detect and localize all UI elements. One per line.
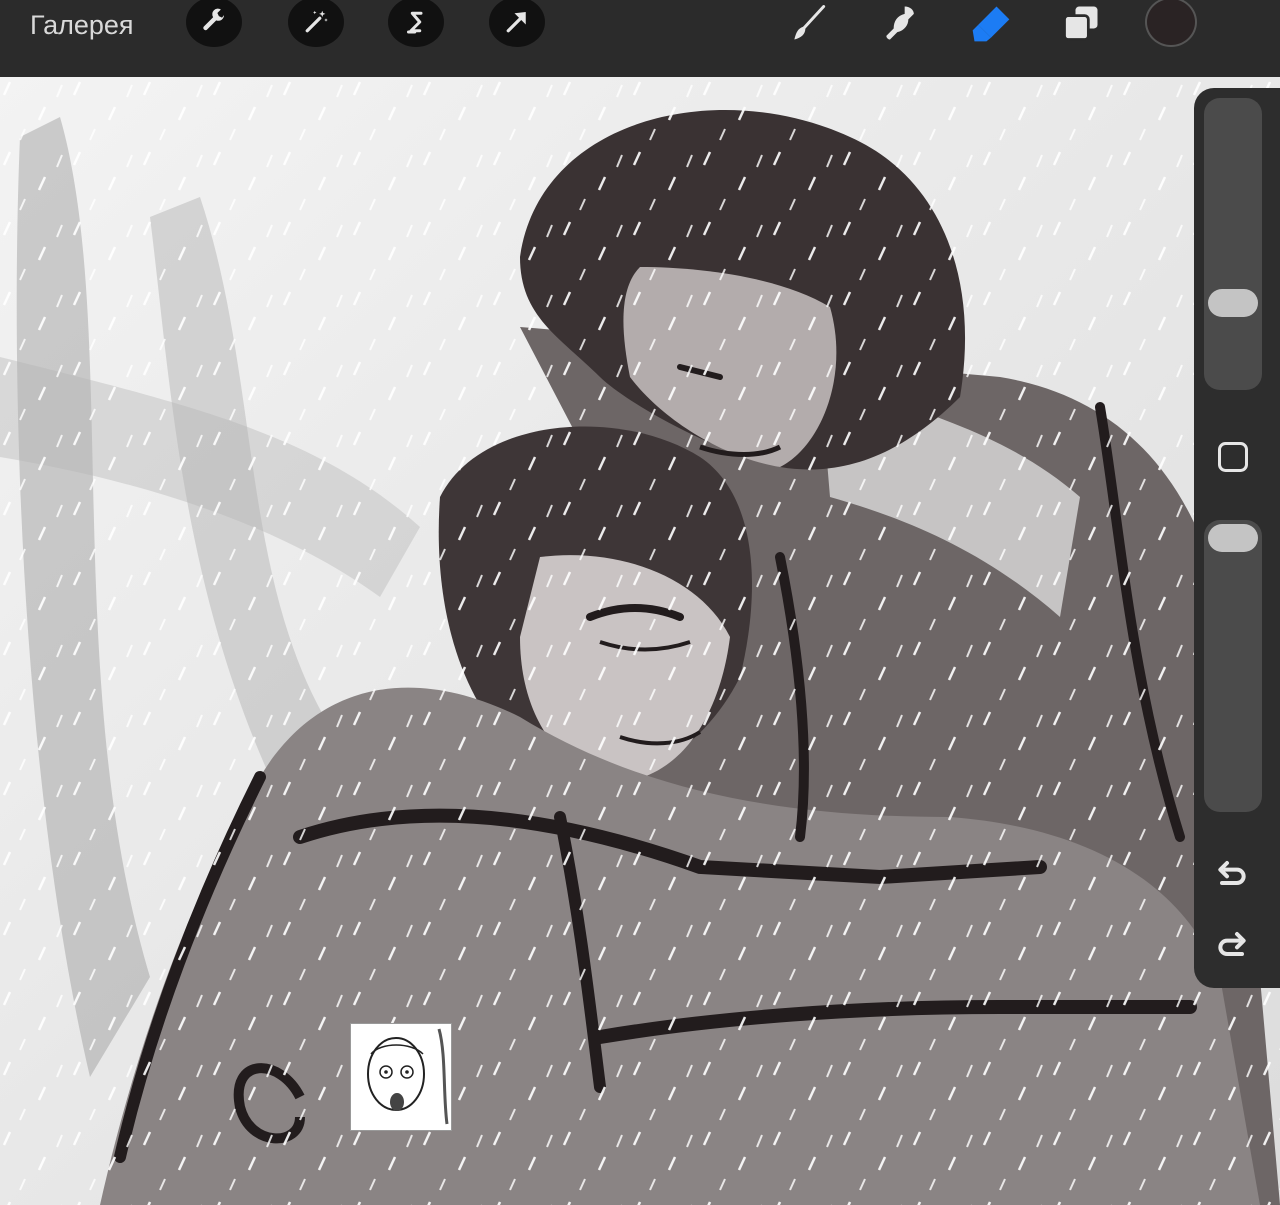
reference-sketch bbox=[367, 1028, 449, 1125]
opacity-knob[interactable] bbox=[1208, 524, 1258, 552]
side-bar bbox=[1194, 88, 1280, 988]
modify-button[interactable] bbox=[1214, 438, 1252, 476]
artwork bbox=[0, 77, 1280, 1205]
wrench-icon bbox=[203, 8, 225, 31]
brush-size-knob[interactable] bbox=[1208, 288, 1258, 317]
undo-arrow-icon bbox=[1218, 861, 1246, 885]
adjustments-button[interactable] bbox=[288, 0, 344, 47]
smudge-button[interactable] bbox=[876, 0, 926, 45]
top-toolbar: Галерея bbox=[0, 0, 1280, 77]
selection-button[interactable] bbox=[388, 0, 444, 47]
layers-button[interactable] bbox=[1056, 0, 1106, 45]
reference-image[interactable] bbox=[350, 1023, 452, 1131]
eraser-icon bbox=[972, 6, 1010, 41]
selection-s-icon bbox=[407, 11, 423, 34]
paint-brush-button[interactable] bbox=[784, 0, 834, 45]
magic-wand-icon bbox=[305, 10, 328, 33]
actions-button[interactable] bbox=[186, 0, 242, 47]
redo-button[interactable] bbox=[1210, 924, 1254, 964]
brush-icon bbox=[794, 4, 826, 39]
transform-button[interactable] bbox=[489, 0, 545, 47]
undo-button[interactable] bbox=[1210, 853, 1254, 893]
eraser-button[interactable] bbox=[966, 0, 1016, 45]
redo-arrow-icon bbox=[1218, 932, 1246, 956]
brush-size-slider[interactable] bbox=[1204, 98, 1262, 390]
arrow-cursor-icon bbox=[506, 12, 526, 33]
square-icon bbox=[1218, 442, 1248, 472]
opacity-slider[interactable] bbox=[1204, 520, 1262, 812]
smudge-icon bbox=[886, 6, 914, 39]
color-swatch[interactable] bbox=[1145, 0, 1197, 47]
drawing-canvas[interactable] bbox=[0, 77, 1280, 1205]
layers-icon bbox=[1063, 6, 1098, 41]
gallery-button[interactable]: Галерея bbox=[30, 5, 134, 45]
